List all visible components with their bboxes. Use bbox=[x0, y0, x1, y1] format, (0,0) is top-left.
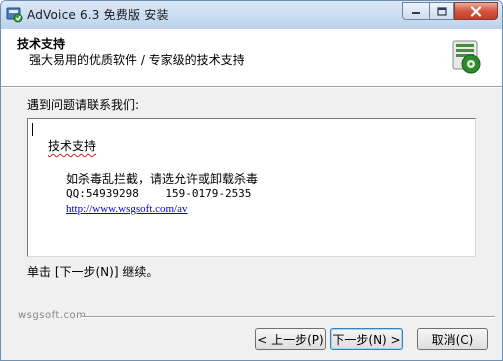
text-caret bbox=[32, 123, 33, 136]
installer-window: AdVoice 6.3 免费版 安装 技术支持 强大易用的优质软件 / 专家级的… bbox=[0, 0, 503, 361]
close-button[interactable] bbox=[454, 2, 498, 20]
antivirus-notice: 如杀毒乱拦截，请选允许或卸载杀毒 bbox=[66, 172, 259, 186]
continue-instruction: 单击 [下一步(N)] 继续。 bbox=[27, 265, 159, 279]
website-link[interactable]: http://www.wsgsoft.com/av bbox=[66, 203, 188, 215]
contact-numbers: QQ:54939298 159-0179-2535 bbox=[66, 187, 252, 200]
page-header: 技术支持 强大易用的优质软件 / 专家级的技术支持 bbox=[1, 29, 502, 87]
package-install-icon bbox=[449, 37, 485, 77]
window-title: AdVoice 6.3 免费版 安装 bbox=[27, 8, 169, 22]
installer-icon bbox=[5, 5, 23, 23]
minimize-button[interactable] bbox=[402, 2, 429, 20]
close-icon bbox=[470, 5, 482, 17]
title-bar[interactable]: AdVoice 6.3 免费版 安装 bbox=[1, 1, 502, 29]
back-button[interactable]: < 上一步(P) bbox=[255, 328, 326, 350]
support-heading: 技术支持 bbox=[48, 139, 97, 153]
contact-label: 遇到问题请联系我们: bbox=[27, 98, 140, 112]
page-title: 技术支持 bbox=[17, 37, 66, 51]
maximize-icon bbox=[436, 6, 447, 16]
minimize-icon bbox=[412, 12, 420, 14]
cancel-button[interactable]: 取消(C) bbox=[417, 328, 488, 350]
brand-label: wsgsoft.com bbox=[18, 310, 87, 321]
next-button[interactable]: 下一步(N) > bbox=[330, 328, 403, 350]
support-info-textbox[interactable]: 技术支持 如杀毒乱拦截，请选允许或卸载杀毒 QQ:54939298 159-01… bbox=[27, 118, 476, 257]
page-subtitle: 强大易用的优质软件 / 专家级的技术支持 bbox=[29, 53, 245, 67]
header-divider bbox=[1, 87, 502, 88]
footer-separator bbox=[81, 316, 495, 318]
maximize-button[interactable] bbox=[429, 2, 454, 20]
